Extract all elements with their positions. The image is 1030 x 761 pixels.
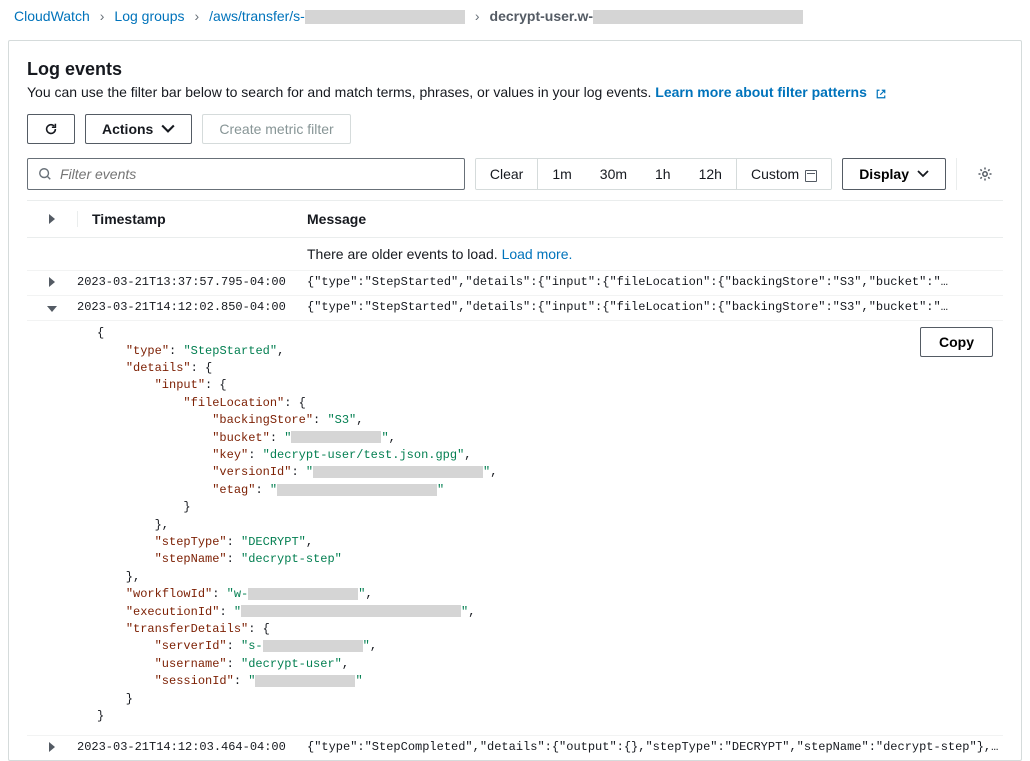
header-timestamp[interactable]: Timestamp: [77, 211, 307, 227]
log-timestamp: 2023-03-21T14:12:02.850-04:00: [77, 300, 307, 314]
log-message: {"type":"StepCompleted","details":{"outp…: [307, 740, 1003, 754]
log-message: {"type":"StepStarted","details":{"input"…: [307, 300, 1003, 314]
display-button[interactable]: Display: [842, 158, 946, 190]
log-row: 2023-03-21T13:37:57.795-04:00 {"type":"S…: [27, 270, 1003, 295]
search-icon: [38, 167, 52, 181]
breadcrumb-loggroup[interactable]: /aws/transfer/s-: [209, 8, 465, 24]
expand-all[interactable]: [27, 211, 77, 227]
panel-title: Log events: [27, 59, 1003, 80]
learn-more-link[interactable]: Learn more about filter patterns: [655, 84, 886, 100]
breadcrumb-sep: ›: [194, 8, 199, 24]
create-metric-filter-button: Create metric filter: [202, 114, 350, 144]
panel-subtitle: You can use the filter bar below to sear…: [27, 84, 1003, 100]
range-1h[interactable]: 1h: [641, 159, 685, 189]
table-header: Timestamp Message: [27, 200, 1003, 238]
copy-button[interactable]: Copy: [920, 327, 993, 357]
log-message: {"type":"StepStarted","details":{"input"…: [307, 275, 1003, 289]
breadcrumb-sep: ›: [100, 8, 105, 24]
time-range-group: Clear 1m 30m 1h 12h Custom: [475, 158, 832, 190]
chevron-down-icon: [161, 122, 175, 136]
range-clear[interactable]: Clear: [476, 159, 537, 189]
chevron-down-icon: [917, 170, 929, 178]
collapse-toggle[interactable]: [27, 300, 77, 316]
range-custom[interactable]: Custom: [737, 159, 831, 189]
filter-events-input-wrap[interactable]: [27, 158, 465, 190]
breadcrumb-stream: decrypt-user.w-: [490, 8, 803, 24]
load-more-link[interactable]: Load more.: [502, 246, 573, 262]
breadcrumb: CloudWatch › Log groups › /aws/transfer/…: [0, 0, 1030, 32]
range-12h[interactable]: 12h: [685, 159, 736, 189]
refresh-button[interactable]: [27, 114, 75, 144]
log-row: 2023-03-21T14:12:03.464-04:00 {"type":"S…: [27, 735, 1003, 760]
filter-events-input[interactable]: [60, 159, 454, 189]
range-1m[interactable]: 1m: [538, 159, 585, 189]
log-timestamp: 2023-03-21T14:12:03.464-04:00: [77, 740, 307, 754]
gear-icon: [977, 166, 993, 182]
actions-button[interactable]: Actions: [85, 114, 192, 144]
calendar-icon: [805, 170, 817, 182]
expand-toggle[interactable]: [27, 275, 77, 291]
header-message[interactable]: Message: [307, 211, 1003, 227]
log-timestamp: 2023-03-21T13:37:57.795-04:00: [77, 275, 307, 289]
log-events-panel: Log events You can use the filter bar be…: [8, 40, 1022, 761]
breadcrumb-loggroups[interactable]: Log groups: [114, 8, 184, 24]
settings-button[interactable]: [967, 158, 1003, 190]
expand-toggle[interactable]: [27, 740, 77, 756]
range-30m[interactable]: 30m: [586, 159, 641, 189]
external-link-icon: [875, 88, 887, 100]
breadcrumb-sep: ›: [475, 8, 480, 24]
older-events-row: There are older events to load. Load mor…: [27, 238, 1003, 270]
expanded-json: Copy { "type": "StepStarted", "details":…: [27, 320, 1003, 735]
log-row: 2023-03-21T14:12:02.850-04:00 {"type":"S…: [27, 295, 1003, 320]
refresh-icon: [44, 122, 58, 136]
breadcrumb-root[interactable]: CloudWatch: [14, 8, 90, 24]
